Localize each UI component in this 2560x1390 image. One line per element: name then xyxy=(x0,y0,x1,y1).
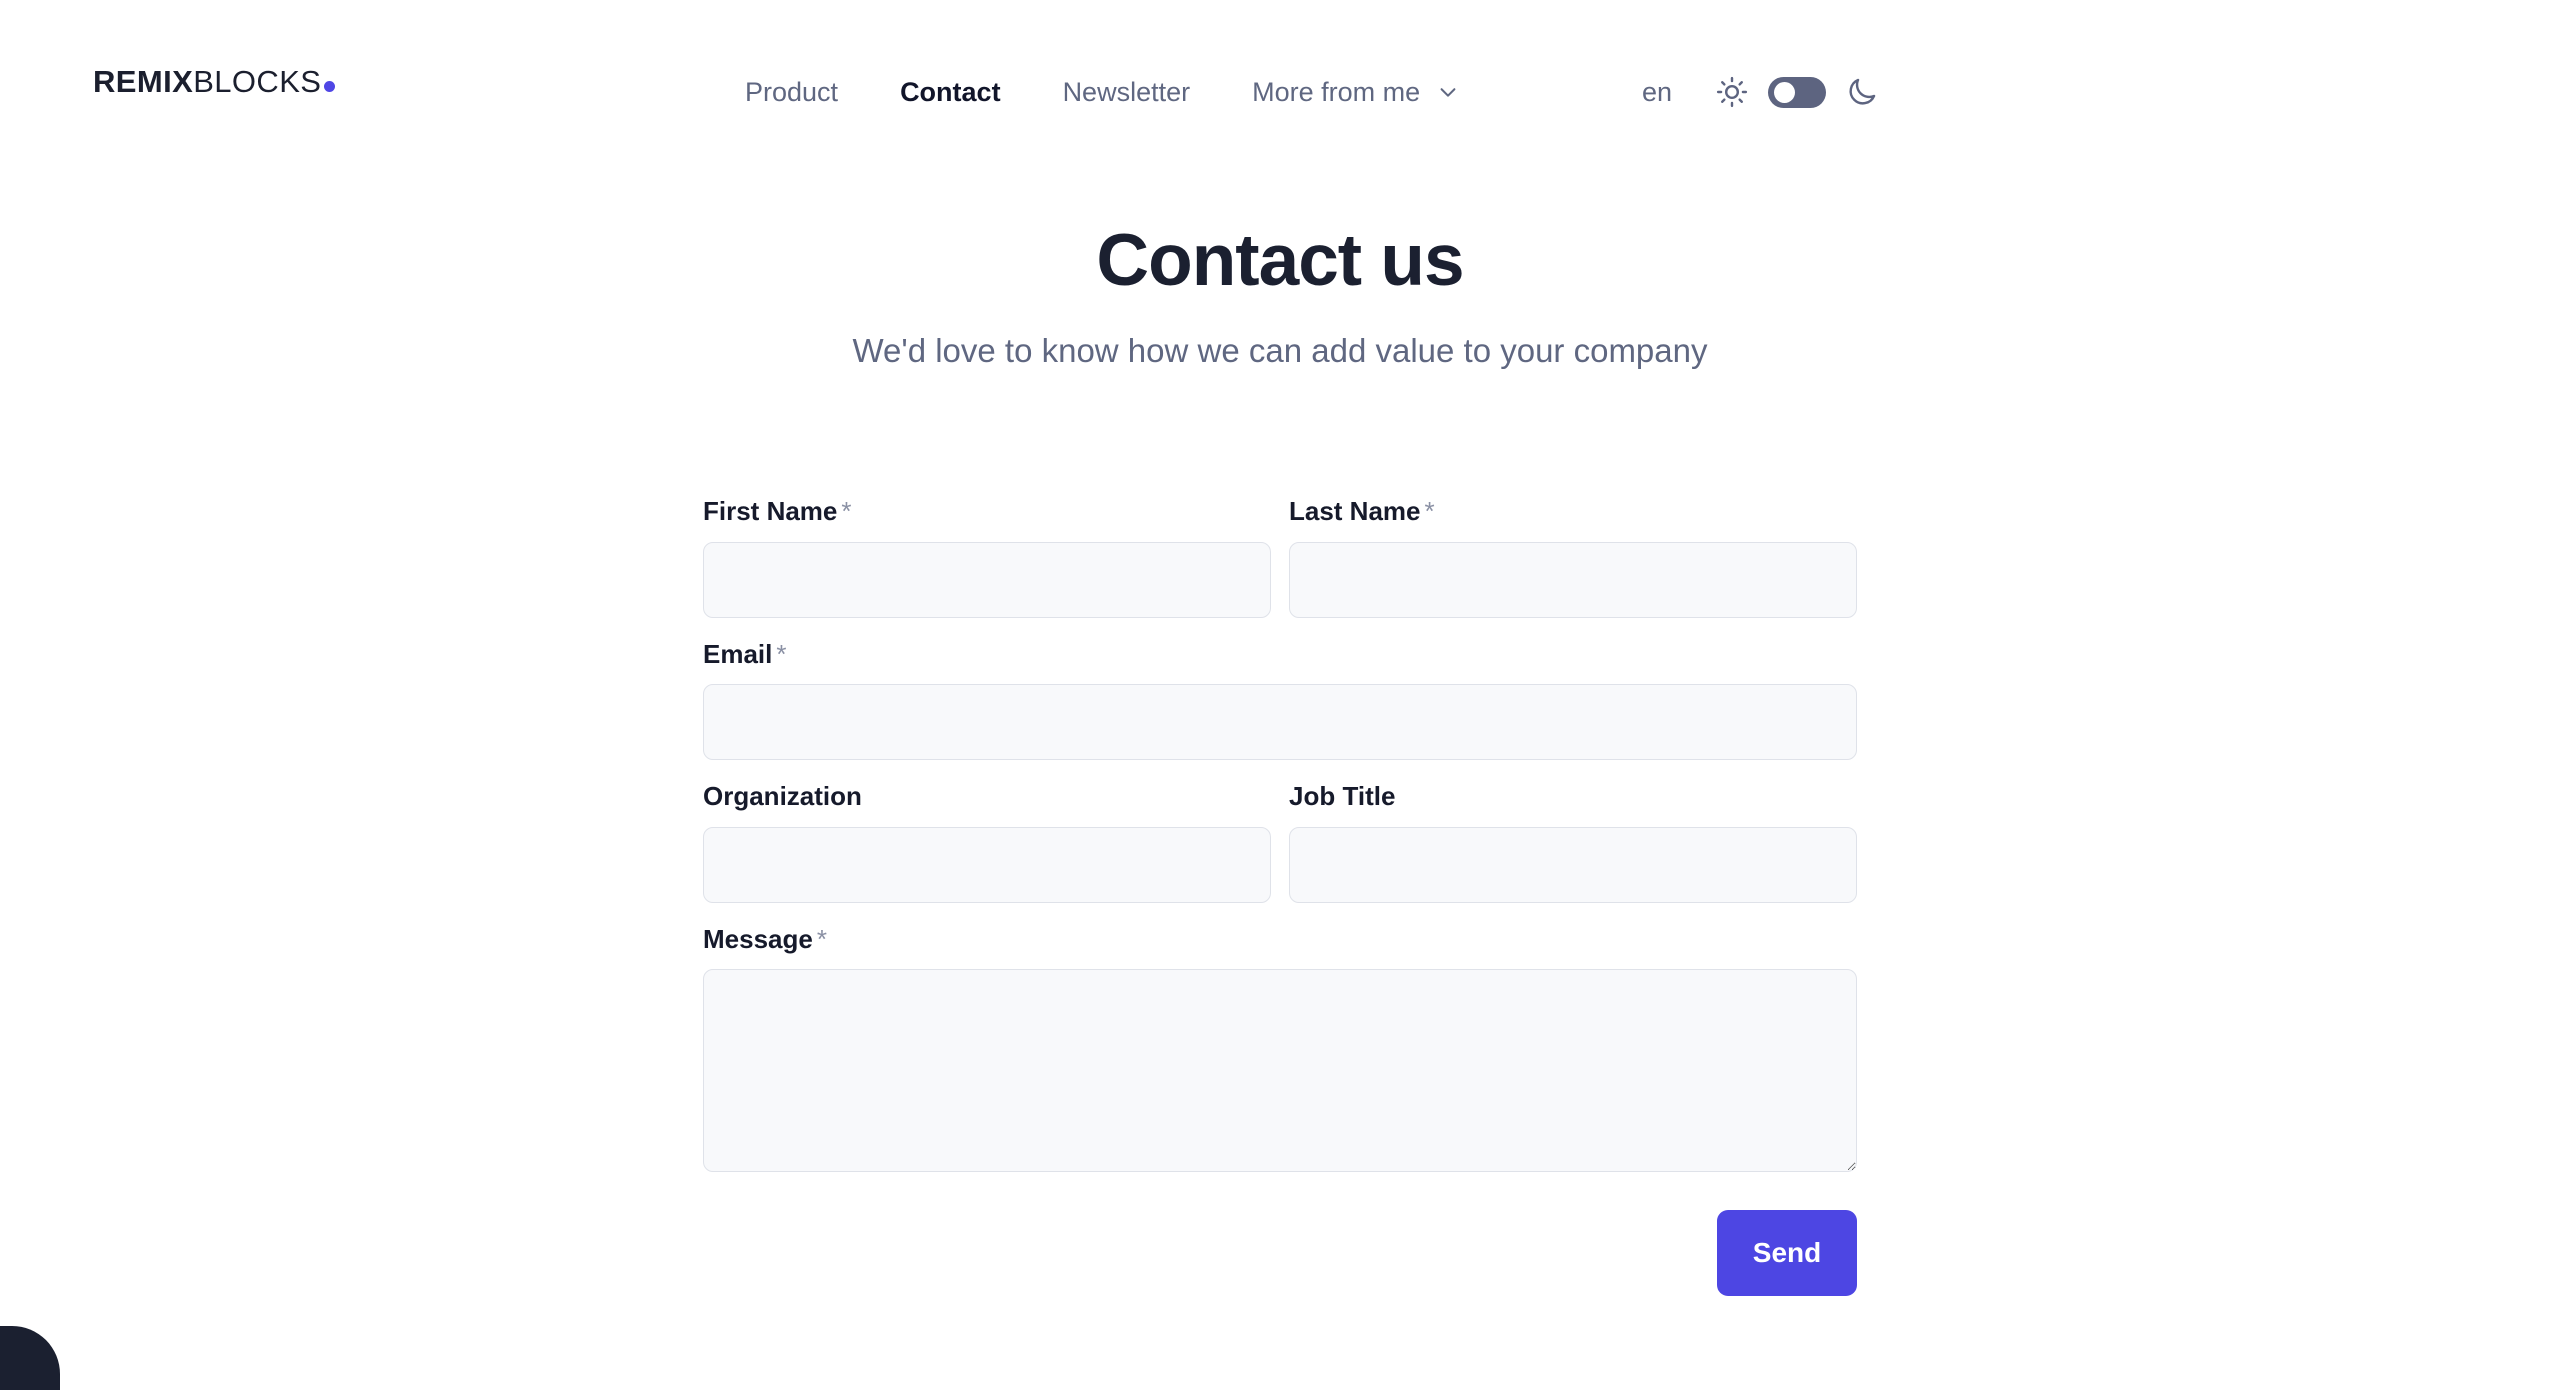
field-job-title: Job Title xyxy=(1289,782,1857,903)
contact-page: REMIX BLOCKS Product Contact Newsletter M… xyxy=(0,0,2560,1390)
brand-logo[interactable]: REMIX BLOCKS xyxy=(93,64,336,99)
contact-form: First Name * Last Name * Email * Organizati… xyxy=(703,497,1857,1297)
nav-link-product[interactable]: Product xyxy=(714,70,869,114)
field-last-name: Last Name * xyxy=(1289,497,1857,618)
page-subtitle: We'd love to know how we can add value t… xyxy=(852,332,1708,370)
nav-link-newsletter[interactable]: Newsletter xyxy=(1032,70,1222,114)
hero-section: Contact us We'd love to know how we can … xyxy=(0,218,2560,373)
theme-toggle-switch[interactable] xyxy=(1768,76,1827,108)
field-email: Email * xyxy=(703,638,1857,761)
message-label-text: Message xyxy=(703,923,813,954)
field-organization: Organization xyxy=(703,782,1271,903)
form-actions: Send xyxy=(703,1210,1857,1297)
theme-switcher xyxy=(1715,75,1879,109)
brand-logo-primary: REMIX xyxy=(93,64,194,99)
first-name-input[interactable] xyxy=(703,541,1271,618)
message-textarea[interactable] xyxy=(703,969,1857,1173)
first-name-label-text: First Name xyxy=(703,496,838,526)
nav-dropdown-more-from-me[interactable]: More from me xyxy=(1221,70,1485,114)
sun-icon[interactable] xyxy=(1715,75,1749,109)
theme-toggle-knob xyxy=(1774,81,1796,103)
nav-link-contact[interactable]: Contact xyxy=(869,70,1032,114)
job-title-label: Job Title xyxy=(1289,781,1396,812)
email-input[interactable] xyxy=(703,684,1857,761)
required-asterisk: * xyxy=(1424,496,1435,526)
email-label-text: Email xyxy=(703,638,773,669)
organization-label: Organization xyxy=(703,781,862,812)
header-utilities: en xyxy=(1630,70,2560,114)
last-name-input[interactable] xyxy=(1289,541,1857,618)
send-button[interactable]: Send xyxy=(1717,1210,1857,1297)
email-label: Email * xyxy=(703,638,1857,669)
site-header: REMIX BLOCKS Product Contact Newsletter M… xyxy=(0,0,2560,158)
footer-section-peek xyxy=(0,1326,60,1390)
message-label: Message * xyxy=(703,923,1857,954)
form-row-company: Organization Job Title xyxy=(703,782,1857,903)
last-name-label-text: Last Name xyxy=(1289,496,1421,526)
field-message: Message * xyxy=(703,923,1857,1173)
first-name-label: First Name * xyxy=(703,497,1271,526)
job-title-input[interactable] xyxy=(1289,826,1857,903)
last-name-label: Last Name * xyxy=(1289,497,1857,526)
required-asterisk: * xyxy=(841,496,852,526)
required-asterisk: * xyxy=(816,923,827,954)
chevron-down-icon xyxy=(1437,81,1459,103)
page-title: Contact us xyxy=(1096,220,1464,301)
form-row-name: First Name * Last Name * xyxy=(703,497,1857,618)
language-switcher[interactable]: en xyxy=(1630,77,1684,108)
required-asterisk: * xyxy=(776,638,787,669)
form-row-email: Email * xyxy=(703,638,1857,761)
field-first-name: First Name * xyxy=(703,497,1271,618)
nav-dropdown-label: More from me xyxy=(1252,77,1421,107)
brand-dot-icon xyxy=(324,81,336,92)
brand-logo-secondary: BLOCKS xyxy=(193,64,322,99)
moon-icon[interactable] xyxy=(1845,75,1879,109)
organization-input[interactable] xyxy=(703,826,1271,903)
main-navigation: Product Contact Newsletter More from me xyxy=(714,70,1485,114)
form-row-message: Message * xyxy=(703,923,1857,1173)
